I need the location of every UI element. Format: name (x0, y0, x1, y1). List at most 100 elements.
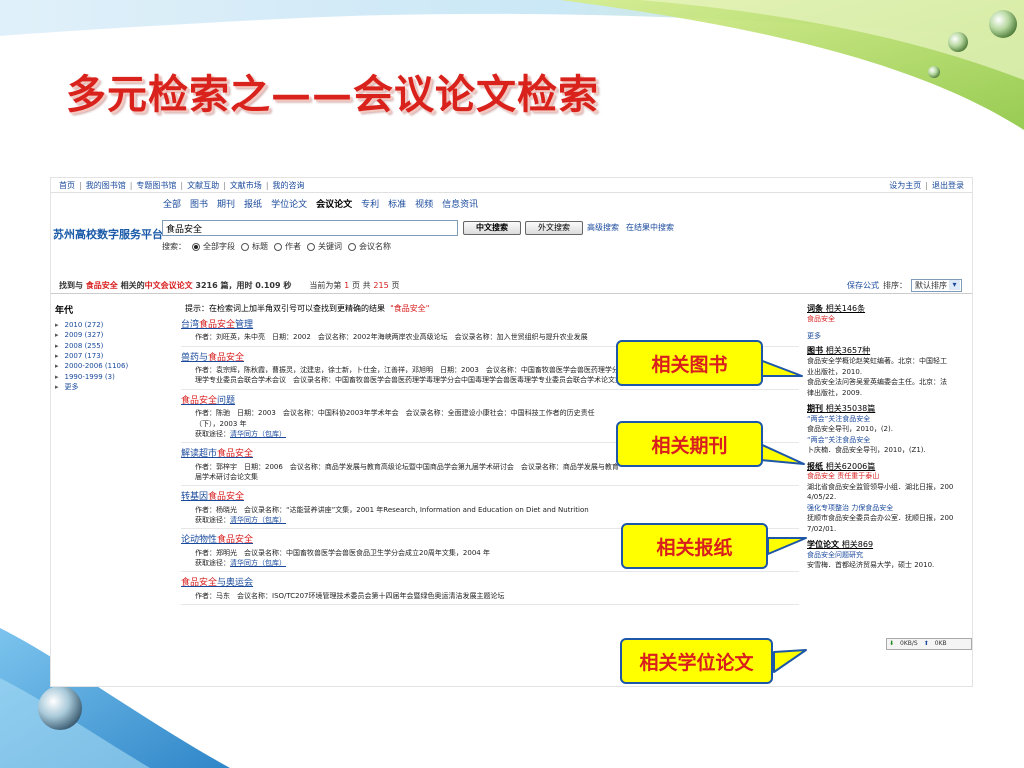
related-panel: 词条 相关146条 食品安全 更多 图书 相关3657种 食品安全学概论赵笑虹编… (807, 304, 972, 650)
search-time: 0.109 (255, 281, 281, 290)
journal-item-cont: 食品安全导刊，2010，(2). (807, 425, 893, 434)
related-journals: 期刊 相关35038篇 “两会”关注食品安全 食品安全导刊，2010，(2). … (807, 404, 972, 456)
sort-select[interactable]: 默认排序 (911, 279, 962, 292)
tip-text: 提示：在检索词上加半角双引号可以查找到更精确的结果 (185, 304, 385, 313)
result-summary: 找到与 食品安全 相关的 中文会议论文 3216 篇，用时 0.109 秒 当前… (51, 276, 972, 294)
upload-speed: 0KB (934, 640, 947, 647)
nav-home[interactable]: 首页 (59, 181, 75, 190)
summary-text: 相关的 (120, 281, 145, 290)
year-item[interactable]: 2000-2006 (1106) (55, 362, 129, 370)
tip-example: "食品安全" (390, 304, 430, 313)
journal-item[interactable]: “两会”关注食品安全 (807, 436, 870, 444)
year-facet: 年代 2010 (272) 2009 (327) 2008 (255) 2007… (55, 306, 128, 394)
year-more-link[interactable]: 更多 (55, 383, 128, 391)
newspaper-item-cont: 湖北省食品安全监管领导小组．湖北日报，200 (807, 482, 954, 491)
top-navigation: 首页 | 我的图书馆 | 专题图书馆 | 文献互助 | 文献市场 | 我的咨询 设为主页 |… (51, 178, 972, 193)
summary-text: 当前为第 (309, 281, 342, 290)
result-meta: 作者：马东 会议名称：ISO/TC207环境管理技术委员会第十四届年会暨绿色奥运… (195, 591, 505, 600)
result-title[interactable]: 台湾食品安全管理 (181, 320, 799, 331)
library-search-screenshot: 首页 | 我的图书馆 | 专题图书馆 | 文献互助 | 文献市场 | 我的咨询 设为主页 |… (50, 177, 973, 687)
term-link[interactable]: 食品安全 (807, 315, 835, 323)
book-item-cont: 业出版社，2010. (807, 367, 863, 376)
related-terms-heading[interactable]: 词条 相关146条 (807, 304, 972, 314)
tab-standards[interactable]: 标准 (388, 200, 406, 211)
scope-option-label: 会议名称 (359, 242, 391, 251)
newspaper-item-cont: 7/02/01. (807, 524, 837, 533)
current-page: 1 (344, 281, 350, 290)
save-formula-link[interactable]: 保存公式 (847, 281, 879, 291)
year-item[interactable]: 2009 (327) (55, 331, 128, 339)
radio-conference-name[interactable] (348, 242, 356, 251)
tab-theses[interactable]: 学位论文 (271, 200, 307, 211)
related-journals-heading[interactable]: 期刊 相关35038篇 (807, 404, 972, 414)
callout-related-theses: 相关学位论文 (620, 638, 773, 684)
access-link[interactable]: 清华同方（包库） (230, 430, 286, 438)
summary-text: 页 (391, 281, 400, 290)
nav-topic-library[interactable]: 专题图书馆 (136, 181, 176, 190)
result-title[interactable]: 食品安全与奥运会 (181, 578, 799, 589)
callout-related-newspapers: 相关报纸 (621, 523, 768, 569)
thesis-item-cont: 安雪梅．首都经济贸易大学，硕士 2010. (807, 561, 935, 570)
download-speed: 0KB/S (900, 640, 918, 647)
tab-all[interactable]: 全部 (163, 200, 181, 211)
tab-newspapers[interactable]: 报纸 (244, 200, 262, 211)
search-tip: 提示：在检索词上加半角双引号可以查找到更精确的结果 "食品安全" (185, 304, 799, 314)
result-title[interactable]: 转基因食品安全 (181, 492, 799, 503)
nav-my-library[interactable]: 我的图书馆 (86, 181, 126, 190)
summary-text: 找到与 (59, 281, 83, 290)
access-link[interactable]: 清华同方（包库） (230, 559, 286, 567)
search-input[interactable] (162, 220, 458, 236)
terms-more-link[interactable]: 更多 (807, 332, 972, 340)
scope-option-label: 作者 (285, 242, 301, 251)
related-theses-heading[interactable]: 学位论文 相关869 (807, 540, 972, 550)
access-link[interactable]: 清华同方（包库） (230, 516, 286, 524)
summary-text: 页 共 (352, 281, 371, 290)
chinese-search-button[interactable]: 中文搜索 (463, 221, 521, 235)
search-within-results-link[interactable]: 在结果中搜索 (626, 223, 674, 233)
tab-journals[interactable]: 期刊 (217, 200, 235, 211)
newspaper-item-cont: 抚顺市食品安全委员会办公室．抚顺日报，200 (807, 514, 954, 523)
scope-option-label: 全部字段 (203, 242, 235, 251)
related-newspapers-heading[interactable]: 报纸 相关62006篇 (807, 462, 972, 472)
summary-text: 篇，用时 (220, 281, 253, 290)
result-title[interactable]: 食品安全问题 (181, 396, 799, 407)
tab-books[interactable]: 图书 (190, 200, 208, 211)
book-item[interactable]: 食品安全学概论赵笑虹编著。北京：中国轻工 (807, 356, 972, 367)
summary-text: 秒 (283, 281, 292, 290)
radio-author[interactable] (274, 242, 282, 251)
tab-conference-papers[interactable]: 会议论文 (316, 200, 352, 211)
tab-news[interactable]: 信息资讯 (442, 200, 478, 211)
nav-document-market[interactable]: 文献市场 (230, 181, 262, 190)
newspaper-item[interactable]: 食品安全 责任重于泰山 (807, 472, 879, 480)
related-theses: 学位论文 相关869 食品安全问题研究 安雪梅．首都经济贸易大学，硕士 2010… (807, 540, 972, 571)
foreign-search-button[interactable]: 外文搜索 (525, 221, 583, 235)
sort-label: 排序： (883, 280, 907, 290)
thesis-item[interactable]: 食品安全问题研究 (807, 551, 863, 559)
related-books-heading[interactable]: 图书 相关3657种 (807, 346, 972, 356)
nav-set-homepage[interactable]: 设为主页 (889, 181, 921, 190)
tab-patents[interactable]: 专利 (361, 200, 379, 211)
year-item[interactable]: 2007 (173) (55, 352, 128, 360)
year-item[interactable]: 2008 (255) (55, 342, 128, 350)
year-item[interactable]: 2010 (272) (55, 321, 128, 329)
book-item[interactable]: 食品安全法问答吴爱英编委会主任。北京：法 (807, 377, 972, 388)
search-scope: 搜索： 全部字段 标题 作者 关键词 会议名称 (162, 242, 391, 252)
nav-document-help[interactable]: 文献互助 (187, 181, 219, 190)
result-count: 3216 (195, 281, 218, 290)
newspaper-item[interactable]: 强化专项整治 力保食品安全 (807, 504, 893, 512)
nav-logout[interactable]: 退出登录 (932, 181, 964, 190)
radio-all-fields[interactable] (192, 242, 200, 251)
advanced-search-link[interactable]: 高级搜索 (587, 223, 619, 233)
related-newspapers: 报纸 相关62006篇 食品安全 责任重于泰山 湖北省食品安全监管领导小组．湖北… (807, 462, 972, 535)
journal-item[interactable]: “两会”关注食品安全 (807, 415, 870, 423)
newspaper-item-cont: 4/05/22. (807, 493, 837, 502)
radio-keyword[interactable] (307, 242, 315, 251)
scope-label: 搜索： (162, 242, 186, 251)
total-pages: 215 (373, 281, 389, 290)
tab-videos[interactable]: 视频 (415, 200, 433, 211)
net-speed-widget: ⬇ 0KB/S ⬆ 0KB (886, 638, 972, 650)
radio-title[interactable] (241, 242, 249, 251)
nav-my-consult[interactable]: 我的咨询 (273, 181, 305, 190)
year-item[interactable]: 1990-1999 (3) (55, 373, 128, 381)
slide-title: 多元检索之——会议论文检索 (66, 71, 599, 118)
